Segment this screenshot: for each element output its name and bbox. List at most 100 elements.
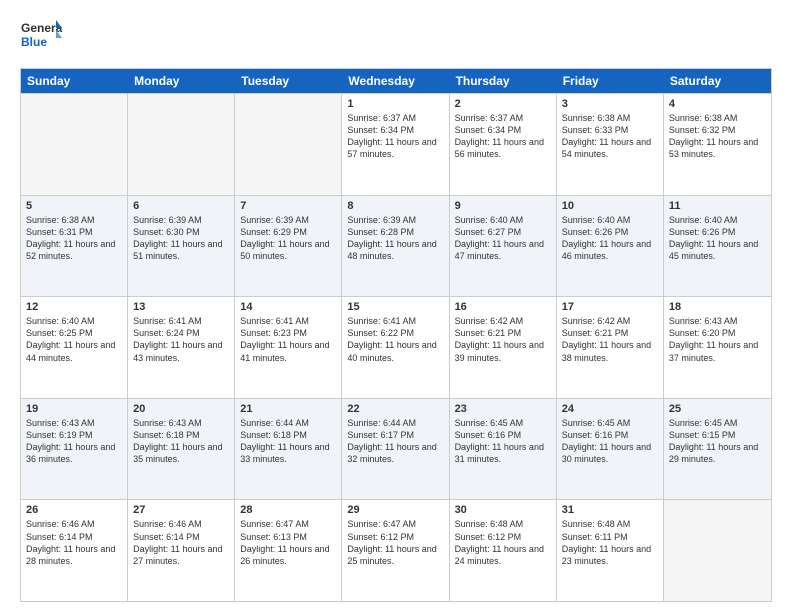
- day-cell: 27Sunrise: 6:46 AM Sunset: 6:14 PM Dayli…: [128, 500, 235, 601]
- day-number: 1: [347, 98, 443, 110]
- weekday-header: Sunday: [21, 69, 128, 93]
- day-cell: 1Sunrise: 6:37 AM Sunset: 6:34 PM Daylig…: [342, 94, 449, 195]
- day-number: 11: [669, 200, 766, 212]
- page: General Blue SundayMondayTuesdayWednesda…: [0, 0, 792, 612]
- calendar-row: 12 Sunrise: 6:40 AM Sunset: 6:25 PM Dayli…: [21, 296, 771, 398]
- day-info: Sunrise: 6:40 AM Sunset: 6:25 PM Dayligh…: [26, 315, 122, 364]
- day-info: Sunrise: 6:37 AM Sunset: 6:34 PM Dayligh…: [455, 112, 551, 161]
- svg-text:General: General: [21, 21, 62, 35]
- calendar-row: 19Sunrise: 6:43 AM Sunset: 6:19 PM Dayli…: [21, 398, 771, 500]
- weekday-header: Monday: [128, 69, 235, 93]
- day-number: 9: [455, 200, 551, 212]
- day-info: Sunrise: 6:39 AM Sunset: 6:28 PM Dayligh…: [347, 214, 443, 263]
- day-number: 23: [455, 403, 551, 415]
- day-info: Sunrise: 6:43 AM Sunset: 6:20 PM Dayligh…: [669, 315, 766, 364]
- day-number: 15: [347, 301, 443, 313]
- calendar-row: 1 Sunrise: 6:37 AM Sunset: 6:34 PM Daylig…: [21, 93, 771, 195]
- day-info: Sunrise: 6:46 AM Sunset: 6:14 PM Dayligh…: [26, 518, 122, 567]
- day-cell: 26 Sunrise: 6:46 AM Sunset: 6:14 PM Dayli…: [21, 500, 128, 601]
- day-cell: 21 Sunrise: 6:44 AM Sunset: 6:18 PM Dayli…: [235, 399, 342, 500]
- day-cell: 12 Sunrise: 6:40 AM Sunset: 6:25 PM Dayli…: [21, 297, 128, 398]
- day-info: Sunrise: 6:39 AM Sunset: 6:30 PM Dayligh…: [133, 214, 229, 263]
- day-number: 2: [455, 98, 551, 110]
- day-info: Sunrise: 6:47 AM Sunset: 6:12 PM Dayligh…: [347, 518, 443, 567]
- day-number: 26: [26, 504, 122, 516]
- day-number: 12: [26, 301, 122, 313]
- day-info: Sunrise: 6:44 AM Sunset: 6:17 PM Dayligh…: [347, 417, 443, 466]
- day-number: 7: [240, 200, 336, 212]
- day-cell: 23 Sunrise: 6:45 AM Sunset: 6:16 PM Dayli…: [450, 399, 557, 500]
- weekday-header: Wednesday: [342, 69, 449, 93]
- day-info: Sunrise: 6:38 AM Sunset: 6:33 PM Dayligh…: [562, 112, 658, 161]
- weekday-header: Saturday: [664, 69, 771, 93]
- day-info: Sunrise: 6:40 AM Sunset: 6:26 PM Dayligh…: [562, 214, 658, 263]
- day-info: Sunrise: 6:38 AM Sunset: 6:31 PM Dayligh…: [26, 214, 122, 263]
- day-cell: 2 Sunrise: 6:37 AM Sunset: 6:34 PM Daylig…: [450, 94, 557, 195]
- day-number: 28: [240, 504, 336, 516]
- empty-cell: [128, 94, 235, 195]
- day-cell: 31Sunrise: 6:48 AM Sunset: 6:11 PM Dayli…: [557, 500, 664, 601]
- day-cell: 14Sunrise: 6:41 AM Sunset: 6:23 PM Dayli…: [235, 297, 342, 398]
- weekday-header: Thursday: [450, 69, 557, 93]
- day-cell: 13 Sunrise: 6:41 AM Sunset: 6:24 PM Dayli…: [128, 297, 235, 398]
- day-info: Sunrise: 6:48 AM Sunset: 6:11 PM Dayligh…: [562, 518, 658, 567]
- day-cell: 6 Sunrise: 6:39 AM Sunset: 6:30 PM Daylig…: [128, 196, 235, 297]
- calendar-body: 1 Sunrise: 6:37 AM Sunset: 6:34 PM Daylig…: [21, 93, 771, 601]
- empty-cell: [664, 500, 771, 601]
- day-number: 21: [240, 403, 336, 415]
- day-cell: 4 Sunrise: 6:38 AM Sunset: 6:32 PM Daylig…: [664, 94, 771, 195]
- day-number: 24: [562, 403, 658, 415]
- day-cell: 25Sunrise: 6:45 AM Sunset: 6:15 PM Dayli…: [664, 399, 771, 500]
- day-info: Sunrise: 6:45 AM Sunset: 6:15 PM Dayligh…: [669, 417, 766, 466]
- weekday-header: Friday: [557, 69, 664, 93]
- day-cell: 15 Sunrise: 6:41 AM Sunset: 6:22 PM Dayli…: [342, 297, 449, 398]
- day-info: Sunrise: 6:44 AM Sunset: 6:18 PM Dayligh…: [240, 417, 336, 466]
- day-cell: 30Sunrise: 6:48 AM Sunset: 6:12 PM Dayli…: [450, 500, 557, 601]
- day-cell: 9 Sunrise: 6:40 AM Sunset: 6:27 PM Daylig…: [450, 196, 557, 297]
- logo: General Blue: [20, 16, 62, 58]
- day-number: 19: [26, 403, 122, 415]
- day-number: 6: [133, 200, 229, 212]
- day-number: 13: [133, 301, 229, 313]
- day-cell: 19Sunrise: 6:43 AM Sunset: 6:19 PM Dayli…: [21, 399, 128, 500]
- day-info: Sunrise: 6:38 AM Sunset: 6:32 PM Dayligh…: [669, 112, 766, 161]
- day-info: Sunrise: 6:40 AM Sunset: 6:26 PM Dayligh…: [669, 214, 766, 263]
- empty-cell: [21, 94, 128, 195]
- day-info: Sunrise: 6:42 AM Sunset: 6:21 PM Dayligh…: [455, 315, 551, 364]
- day-number: 17: [562, 301, 658, 313]
- day-cell: 11 Sunrise: 6:40 AM Sunset: 6:26 PM Dayli…: [664, 196, 771, 297]
- day-cell: 22Sunrise: 6:44 AM Sunset: 6:17 PM Dayli…: [342, 399, 449, 500]
- day-info: Sunrise: 6:41 AM Sunset: 6:24 PM Dayligh…: [133, 315, 229, 364]
- calendar: SundayMondayTuesdayWednesdayThursdayFrid…: [20, 68, 772, 602]
- day-info: Sunrise: 6:39 AM Sunset: 6:29 PM Dayligh…: [240, 214, 336, 263]
- day-number: 18: [669, 301, 766, 313]
- day-cell: 10Sunrise: 6:40 AM Sunset: 6:26 PM Dayli…: [557, 196, 664, 297]
- day-number: 27: [133, 504, 229, 516]
- day-cell: 5 Sunrise: 6:38 AM Sunset: 6:31 PM Daylig…: [21, 196, 128, 297]
- svg-text:Blue: Blue: [21, 35, 47, 49]
- day-info: Sunrise: 6:47 AM Sunset: 6:13 PM Dayligh…: [240, 518, 336, 567]
- calendar-row: 26 Sunrise: 6:46 AM Sunset: 6:14 PM Dayli…: [21, 499, 771, 601]
- day-cell: 18 Sunrise: 6:43 AM Sunset: 6:20 PM Dayli…: [664, 297, 771, 398]
- day-number: 5: [26, 200, 122, 212]
- day-info: Sunrise: 6:48 AM Sunset: 6:12 PM Dayligh…: [455, 518, 551, 567]
- header: General Blue: [20, 16, 772, 58]
- day-cell: 20Sunrise: 6:43 AM Sunset: 6:18 PM Dayli…: [128, 399, 235, 500]
- day-number: 29: [347, 504, 443, 516]
- day-cell: 3 Sunrise: 6:38 AM Sunset: 6:33 PM Daylig…: [557, 94, 664, 195]
- day-cell: 8Sunrise: 6:39 AM Sunset: 6:28 PM Daylig…: [342, 196, 449, 297]
- day-number: 16: [455, 301, 551, 313]
- day-number: 14: [240, 301, 336, 313]
- calendar-header: SundayMondayTuesdayWednesdayThursdayFrid…: [21, 69, 771, 93]
- weekday-header: Tuesday: [235, 69, 342, 93]
- day-cell: 7 Sunrise: 6:39 AM Sunset: 6:29 PM Daylig…: [235, 196, 342, 297]
- day-info: Sunrise: 6:45 AM Sunset: 6:16 PM Dayligh…: [455, 417, 551, 466]
- day-number: 20: [133, 403, 229, 415]
- day-number: 3: [562, 98, 658, 110]
- day-number: 4: [669, 98, 766, 110]
- day-info: Sunrise: 6:40 AM Sunset: 6:27 PM Dayligh…: [455, 214, 551, 263]
- day-info: Sunrise: 6:41 AM Sunset: 6:22 PM Dayligh…: [347, 315, 443, 364]
- day-info: Sunrise: 6:42 AM Sunset: 6:21 PM Dayligh…: [562, 315, 658, 364]
- day-cell: 24Sunrise: 6:45 AM Sunset: 6:16 PM Dayli…: [557, 399, 664, 500]
- day-cell: 17 Sunrise: 6:42 AM Sunset: 6:21 PM Dayli…: [557, 297, 664, 398]
